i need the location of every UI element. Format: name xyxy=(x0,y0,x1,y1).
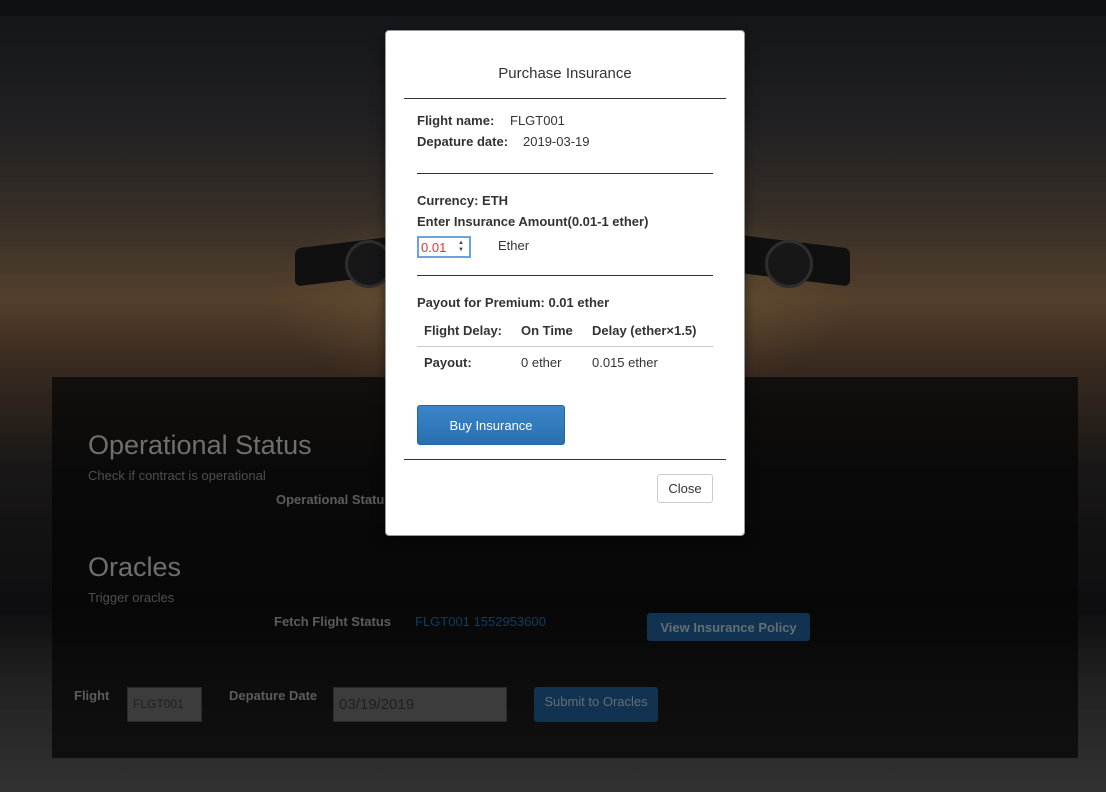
insurance-amount-value: 0.01 xyxy=(421,240,447,255)
departure-date-label: Depature date: xyxy=(417,134,509,149)
flight-name-label: Flight name: xyxy=(417,113,495,128)
number-spinner-icon[interactable]: ▲ ▼ xyxy=(456,240,466,254)
insurance-amount-label: Enter Insurance Amount(0.01-1 ether) xyxy=(417,214,649,229)
table-cell-on-time-payout: 0 ether xyxy=(521,355,562,370)
departure-date-value: 2019-03-19 xyxy=(523,134,590,149)
insurance-amount-input[interactable]: 0.01 ▲ ▼ xyxy=(417,236,471,258)
modal-divider-2 xyxy=(417,275,713,276)
table-cell-payout-label: Payout: xyxy=(424,355,472,370)
table-row-divider xyxy=(417,346,713,347)
modal-divider-1 xyxy=(417,173,713,174)
table-header-on-time: On Time xyxy=(521,323,573,338)
modal-footer-divider xyxy=(404,459,726,460)
table-header-flight-delay: Flight Delay: xyxy=(424,323,503,338)
currency-label: Currency: ETH xyxy=(417,193,509,208)
modal-header-divider xyxy=(404,98,726,99)
payout-premium-label: Payout for Premium: 0.01 ether xyxy=(417,295,610,310)
table-cell-delay-payout: 0.015 ether xyxy=(592,355,658,370)
table-header-delay: Delay (ether×1.5) xyxy=(592,323,697,338)
buy-insurance-button[interactable]: Buy Insurance xyxy=(417,405,565,445)
purchase-insurance-modal: Purchase Insurance Flight name: FLGT001 … xyxy=(385,30,745,536)
amount-unit-label: Ether xyxy=(498,238,530,253)
flight-name-value: FLGT001 xyxy=(510,113,565,128)
close-button[interactable]: Close xyxy=(657,474,713,503)
modal-title: Purchase Insurance xyxy=(498,65,632,82)
